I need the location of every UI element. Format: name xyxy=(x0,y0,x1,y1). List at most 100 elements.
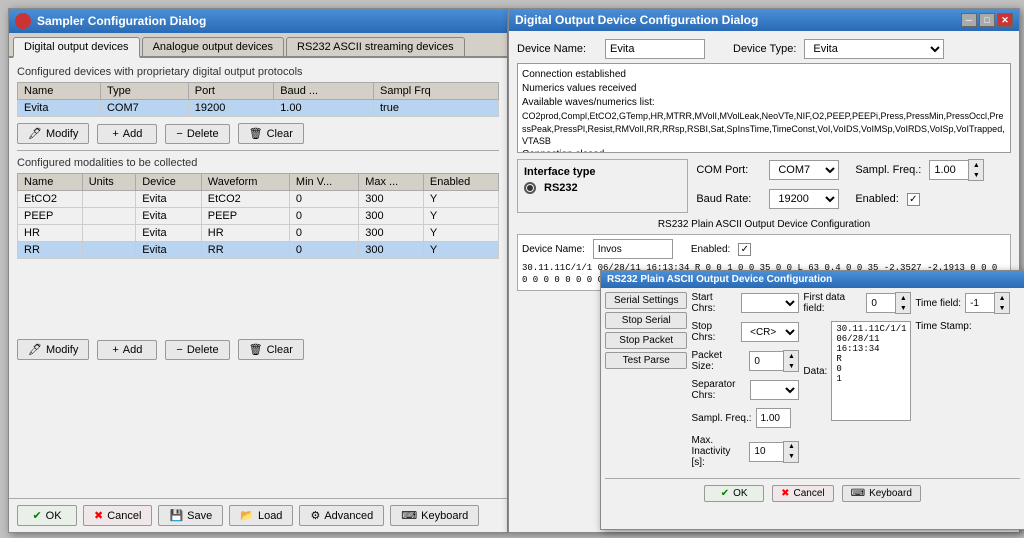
enabled-label: Enabled: xyxy=(855,193,898,205)
sampler-window: Sampler Configuration Dialog Digital out… xyxy=(8,8,508,533)
sampl-freq-input[interactable] xyxy=(929,160,969,180)
rs232-cancel-icon: ✖ xyxy=(781,488,789,499)
device-btn-row: 🖊 Modify + Add − Delete 🗑 Clear xyxy=(17,123,499,144)
data-label: Data: xyxy=(803,366,827,377)
table-row[interactable]: RR Evita RR 0 300 Y xyxy=(18,242,499,259)
close-button[interactable]: ✕ xyxy=(997,13,1013,27)
device-name-row: Device Name: Device Type: Evita xyxy=(517,39,1011,59)
ok-button[interactable]: ✔ OK xyxy=(17,505,77,526)
col-name: Name xyxy=(18,83,101,100)
clear-device-button[interactable]: 🗑 Clear xyxy=(238,123,304,144)
mod-col-enabled: Enabled xyxy=(423,174,498,191)
minimize-button[interactable]: ─ xyxy=(961,13,977,27)
sampl-freq-down[interactable]: ▼ xyxy=(969,170,983,180)
baud-rate-select[interactable]: 19200 xyxy=(769,189,839,209)
keyboard-button[interactable]: ⌨ Keyboard xyxy=(390,505,479,526)
sampl-freq-up[interactable]: ▲ xyxy=(969,160,983,170)
digital-title: Digital Output Device Configuration Dial… xyxy=(515,13,758,27)
cancel-button[interactable]: ✖ Cancel xyxy=(83,505,152,526)
maximize-button[interactable]: □ xyxy=(979,13,995,27)
save-icon: 💾 xyxy=(169,509,183,522)
modify-device-button[interactable]: 🖊 Modify xyxy=(17,123,89,144)
inactivity-up[interactable]: ▲ xyxy=(784,442,798,452)
add-device-button[interactable]: + Add xyxy=(97,124,157,144)
sampler-title: Sampler Configuration Dialog xyxy=(37,14,206,28)
serial-settings-button[interactable]: Serial Settings xyxy=(605,292,687,309)
packet-down[interactable]: ▼ xyxy=(784,361,798,371)
app-icon xyxy=(15,13,31,29)
test-parse-button[interactable]: Test Parse xyxy=(605,352,687,369)
max-inactivity-label: Max. Inactivity [s]: xyxy=(691,435,745,468)
time-stamp-label: Time Stamp: xyxy=(915,321,971,332)
tab-analogue-output[interactable]: Analogue output devices xyxy=(142,37,284,56)
com-port-select[interactable]: COM7 xyxy=(769,160,839,180)
sampl-freq-label: Sampl. Freq.: xyxy=(855,164,921,176)
modify-icon: 🖊 xyxy=(28,127,42,140)
stop-serial-button[interactable]: Stop Serial xyxy=(605,312,687,329)
sampler-title-bar: Sampler Configuration Dialog xyxy=(9,9,507,33)
advanced-icon: ⚙ xyxy=(310,509,320,522)
delete-device-button[interactable]: − Delete xyxy=(165,124,229,144)
keyboard-icon: ⌨ xyxy=(401,509,417,522)
start-chrs-select[interactable] xyxy=(741,293,799,313)
separator-select[interactable] xyxy=(750,380,799,400)
tab-rs232-streaming[interactable]: RS232 ASCII streaming devices xyxy=(286,37,465,56)
clear-icon: 🗑 xyxy=(249,127,263,140)
first-data-up[interactable]: ▲ xyxy=(896,293,910,303)
rs232-ok-icon: ✔ xyxy=(721,488,729,499)
inactivity-down[interactable]: ▼ xyxy=(784,452,798,462)
packet-size-input[interactable] xyxy=(749,351,784,371)
table-row[interactable]: Evita COM7 19200 1.00 true xyxy=(18,100,499,117)
modify-mod-icon: 🖊 xyxy=(28,343,42,356)
delete-modality-button[interactable]: − Delete xyxy=(165,340,229,360)
advanced-button[interactable]: ⚙ Advanced xyxy=(299,505,384,526)
time-field-up[interactable]: ▲ xyxy=(995,293,1009,303)
stop-packet-button[interactable]: Stop Packet xyxy=(605,332,687,349)
table-row[interactable]: HR Evita HR 0 300 Y xyxy=(18,225,499,242)
rs232-radio[interactable] xyxy=(524,182,536,194)
device-name-cell: Evita xyxy=(18,100,101,117)
rs232-keyboard-icon: ⌨ xyxy=(851,488,865,499)
device-type-select[interactable]: Evita xyxy=(804,39,944,59)
time-field-down[interactable]: ▼ xyxy=(995,303,1009,313)
table-row[interactable]: PEEP Evita PEEP 0 300 Y xyxy=(18,208,499,225)
first-data-label: First data field: xyxy=(803,292,862,314)
minus-mod-icon: − xyxy=(176,344,182,356)
sampl-freq-input2[interactable] xyxy=(756,408,791,428)
config-label: RS232 Plain ASCII Output Device Configur… xyxy=(517,219,1011,230)
table-row[interactable]: EtCO2 Evita EtCO2 0 300 Y xyxy=(18,191,499,208)
rs232-label: RS232 xyxy=(544,182,578,194)
stop-chrs-select[interactable]: <CR> xyxy=(741,322,799,342)
inner-enabled-label: Enabled: xyxy=(691,244,730,255)
rs232-cancel-button[interactable]: ✖ Cancel xyxy=(772,485,834,502)
add-modality-button[interactable]: + Add xyxy=(97,340,157,360)
clear-modality-button[interactable]: 🗑 Clear xyxy=(238,339,304,360)
inner-enabled-checkbox[interactable] xyxy=(738,243,751,256)
load-button[interactable]: 📂 Load xyxy=(229,505,293,526)
separator-label: Separator Chrs: xyxy=(691,379,746,401)
plus-icon: + xyxy=(112,128,118,140)
packet-up[interactable]: ▲ xyxy=(784,351,798,361)
device-name-input[interactable] xyxy=(605,39,705,59)
tab-digital-output[interactable]: Digital output devices xyxy=(13,37,140,58)
enabled-checkbox[interactable] xyxy=(907,193,920,206)
rs232-ok-button[interactable]: ✔ OK xyxy=(704,485,764,502)
cancel-icon: ✖ xyxy=(94,509,103,522)
sampler-bottom-bar: ✔ OK ✖ Cancel 💾 Save 📂 Load ⚙ Advanced ⌨… xyxy=(9,498,507,532)
packet-size-label: Packet Size: xyxy=(691,350,745,372)
rs232-keyboard-button[interactable]: ⌨ Keyboard xyxy=(842,485,921,502)
modify-modality-button[interactable]: 🖊 Modify xyxy=(17,339,89,360)
device-baud-cell: 1.00 xyxy=(274,100,374,117)
inner-device-input[interactable] xyxy=(593,239,673,259)
first-data-down[interactable]: ▼ xyxy=(896,303,910,313)
data-display: 30.11.11C/1/1 06/28/11 16:13:34 R 0 1 xyxy=(831,321,911,421)
stop-chrs-label: Stop Chrs: xyxy=(691,321,737,343)
device-type-cell: COM7 xyxy=(100,100,188,117)
first-data-input[interactable] xyxy=(866,293,896,313)
sampl-freq-label2: Sampl. Freq.: xyxy=(691,413,751,424)
time-field-input[interactable] xyxy=(965,293,995,313)
max-inactivity-input[interactable] xyxy=(749,442,784,462)
rs232-title: RS232 Plain ASCII Output Device Configur… xyxy=(607,274,832,285)
save-button[interactable]: 💾 Save xyxy=(158,505,223,526)
mod-col-waveform: Waveform xyxy=(201,174,289,191)
